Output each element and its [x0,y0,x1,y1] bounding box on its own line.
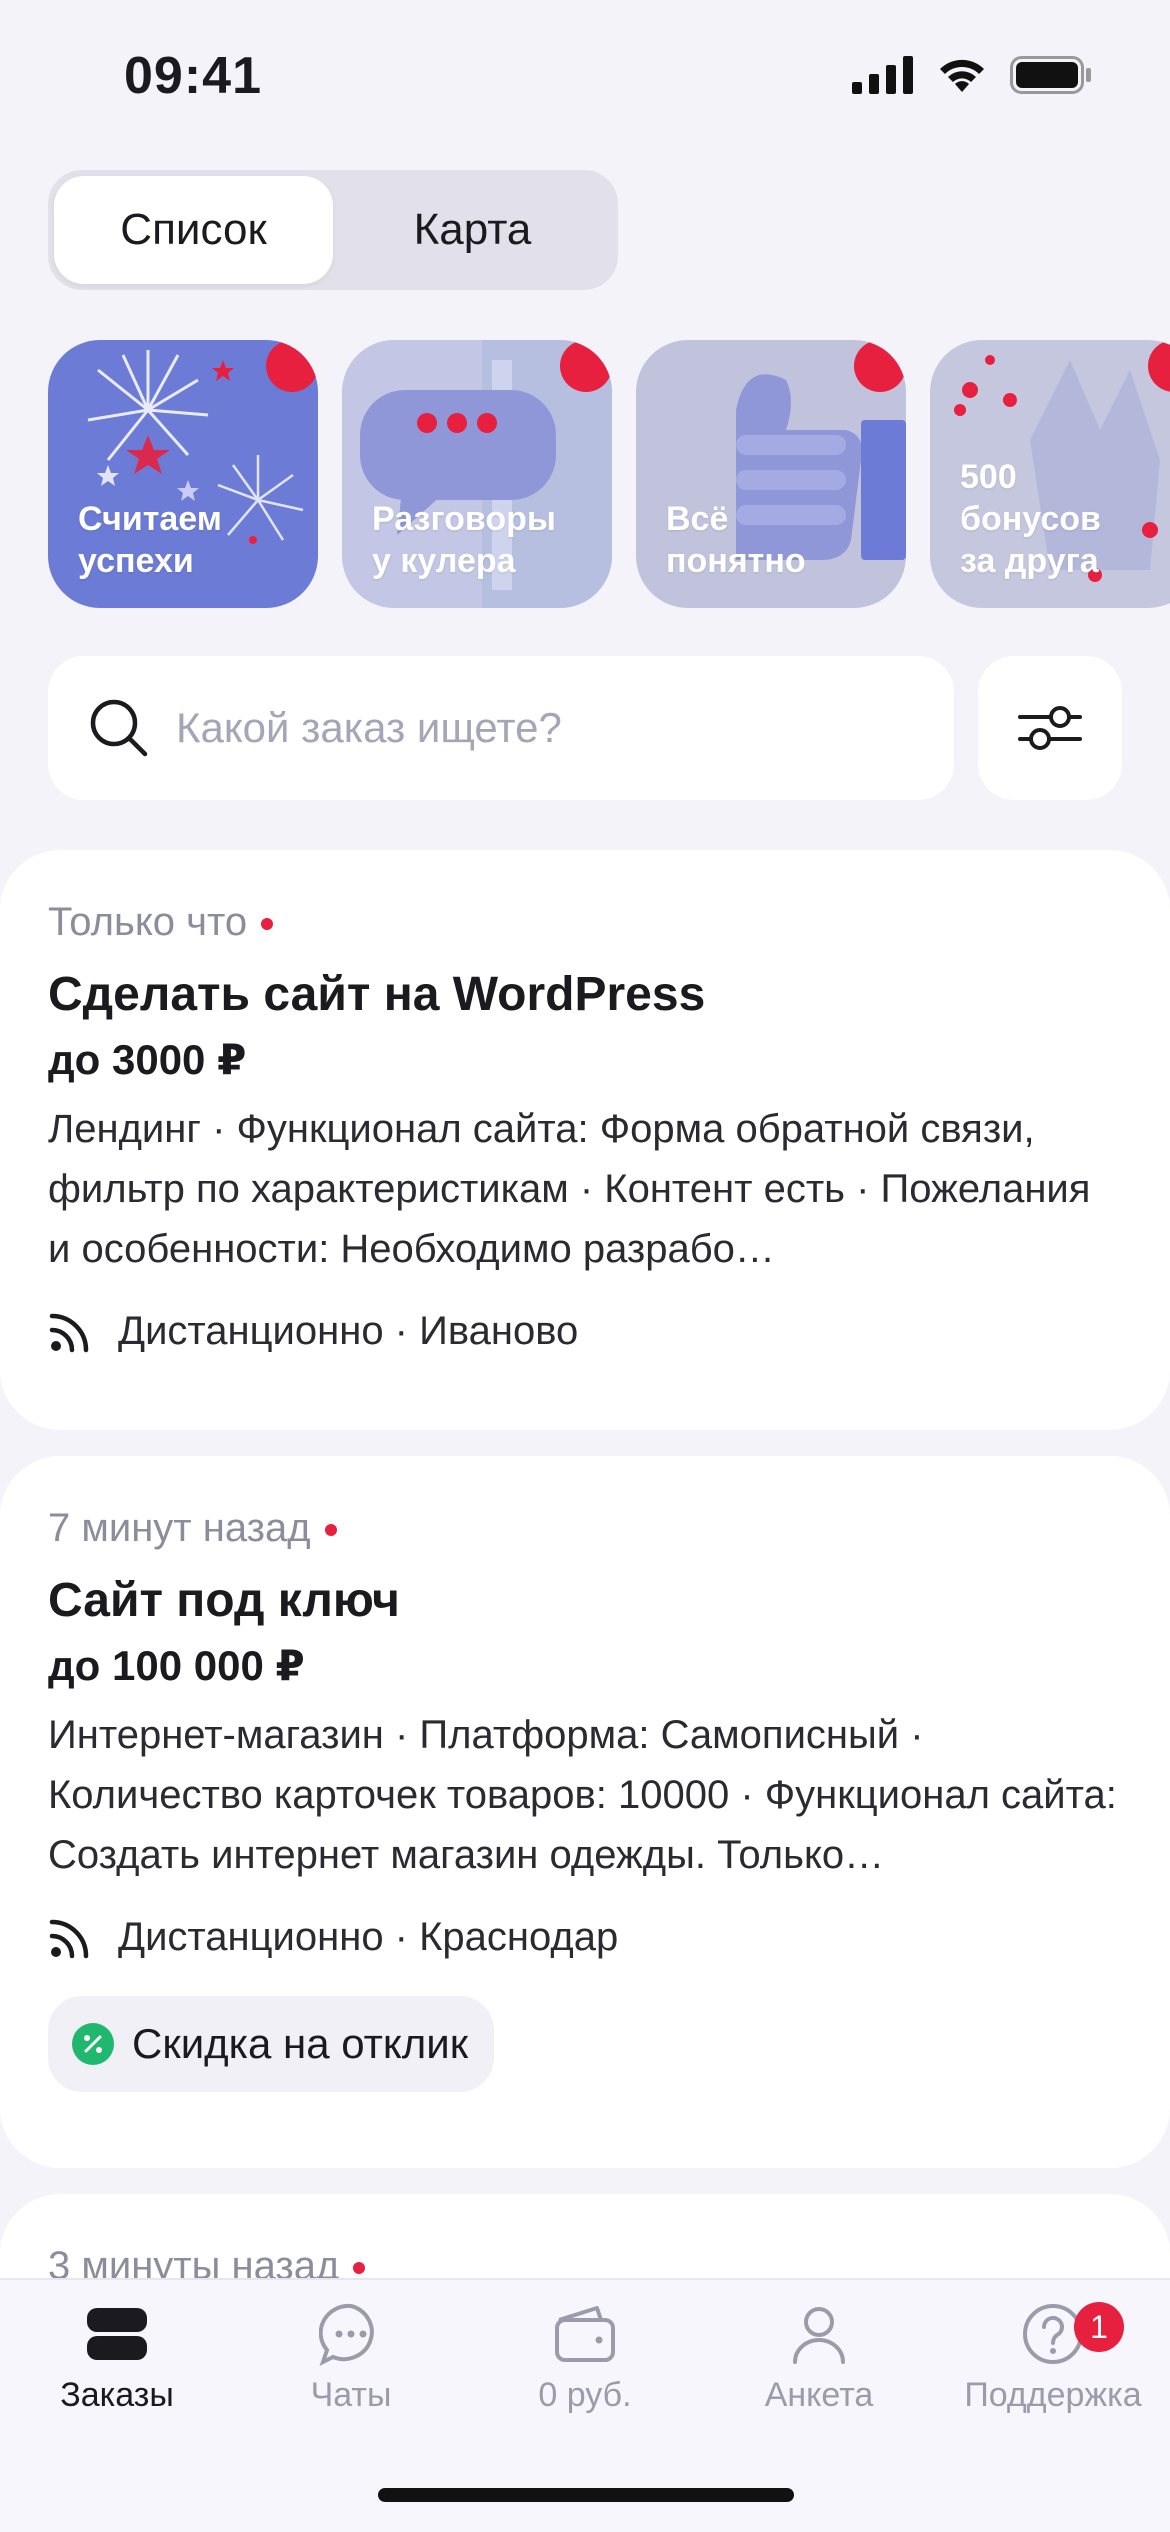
chat-icon [319,2303,374,2366]
status-bar: 09:41 [0,0,1170,150]
signal-icon [852,56,913,94]
new-indicator-dot [353,2261,366,2274]
story-label: Считаем успехи [78,500,222,580]
story-card-referral-bonus[interactable]: 500 бонусов за друга [930,340,1170,608]
filter-button[interactable] [978,656,1122,800]
search-icon [90,699,148,757]
search-input[interactable] [176,704,936,752]
order-card[interactable]: Только что Сделать сайт на WordPress до … [0,850,1170,1430]
unread-dot [560,340,612,392]
nav-label: 0 руб. [538,2376,632,2414]
discount-badge: Скидка на отклик [48,1996,495,2092]
remote-signal-icon [49,1313,89,1352]
order-card[interactable]: 7 минут назад Сайт под ключ до 100 000 ₽… [0,1456,1170,2168]
order-time: Только что [48,900,1122,945]
tab-list[interactable]: Список [54,176,333,284]
discount-label: Скидка на отклик [132,2020,469,2067]
order-title: Сделать сайт на WordPress [48,968,706,1021]
order-description: Интернет-магазин · Платформа: Самописный… [48,1713,1117,1877]
order-location: Дистанционно · Краснодар [48,1915,1122,1960]
story-label: Разговоры у кулера [372,500,556,580]
nav-profile[interactable]: Анкета [702,2302,936,2415]
wallet-icon [555,2306,615,2362]
order-price: до 100 000 ₽ [48,1642,305,1689]
view-switcher: Список Карта [48,170,618,290]
nav-orders[interactable]: Заказы [0,2302,234,2415]
percent-icon [72,2023,114,2065]
home-indicator [378,2488,794,2502]
unread-dot [854,340,906,392]
story-card-successes[interactable]: Считаем успехи [48,340,318,608]
story-label: 500 бонусов за друга [960,458,1101,580]
order-location: Дистанционно · Иваново [48,1309,1122,1354]
nav-label: Чаты [310,2376,392,2414]
notification-badge: 1 [1074,2302,1124,2352]
battery-icon [1010,56,1091,94]
order-location-text: Дистанционно · Краснодар [118,1915,619,1959]
story-card-all-clear[interactable]: Всё понятно [636,340,906,608]
status-icons [852,56,1092,94]
search-bar [48,656,954,800]
story-card-cooler-talks[interactable]: Разговоры у кулера [342,340,612,608]
nav-label: Анкета [764,2376,874,2414]
stories-row: Считаем успехи Разговоры у кулера Всё по… [48,340,1170,610]
nav-support[interactable]: 1 Поддержка [936,2302,1170,2415]
nav-label: Поддержка [964,2376,1142,2414]
story-label: Всё понятно [666,500,806,580]
status-time: 09:41 [124,47,262,105]
unread-dot [266,340,318,392]
new-indicator-dot [324,1523,337,1536]
filter-sliders-icon [1018,706,1082,750]
new-indicator-dot [261,917,274,930]
wifi-icon [940,59,984,92]
order-title: Сайт под ключ [48,1574,400,1627]
nav-wallet[interactable]: 0 руб. [468,2302,702,2415]
remote-signal-icon [49,1919,89,1958]
nav-chats[interactable]: Чаты [234,2302,468,2415]
order-description: Лендинг · Функционал сайта: Форма обратн… [48,1107,1091,1271]
nav-label: Заказы [60,2376,174,2414]
user-icon [793,2307,845,2364]
order-location-text: Дистанционно · Иваново [118,1309,579,1353]
order-time-text: 7 минут назад [48,1506,311,1550]
order-time: 7 минут назад [48,1506,1122,1551]
order-price: до 3000 ₽ [48,1036,247,1083]
tab-map[interactable]: Карта [333,176,612,284]
order-time-text: Только что [48,900,248,944]
orders-icon [87,2308,147,2360]
